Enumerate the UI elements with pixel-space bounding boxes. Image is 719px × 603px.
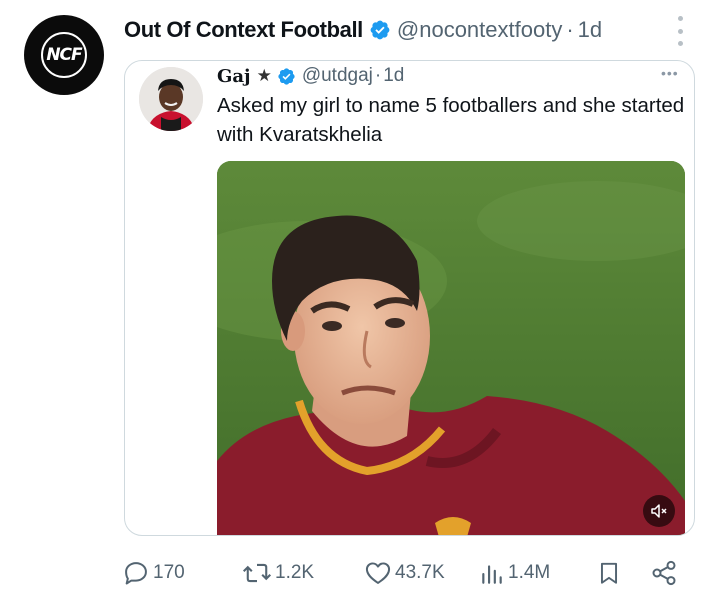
quote-header: Gaj ★ @utdgaj · 1d [217,63,404,89]
star-icon: ★ [256,66,272,85]
like-icon [365,562,391,584]
quote-media-video[interactable] [217,161,685,535]
like-button[interactable]: 43.7K [364,556,445,590]
person-avatar-image [139,67,203,131]
quoted-tweet[interactable]: Gaj ★ @utdgaj · 1d ••• Asked my girl to … [124,60,695,536]
author-name[interactable]: Out Of Context Football [124,17,363,43]
football-player-image [217,161,685,535]
verified-badge-icon [370,20,390,40]
volume-mute-icon[interactable] [643,495,675,527]
retweet-count: 1.2K [275,562,315,583]
share-icon [652,560,676,586]
verified-badge-icon [278,67,295,85]
separator-dot: · [566,17,574,42]
vertical-more-icon[interactable] [672,16,688,46]
action-bar: 170 1.2K 43.7K 1.4M [122,556,692,590]
share-button[interactable] [650,556,678,590]
quote-author-avatar[interactable] [139,67,203,131]
retweet-icon [242,563,272,583]
tweet-header: Out Of Context Football @nocontextfooty … [124,14,602,46]
reply-button[interactable]: 170 [122,556,185,590]
quote-author-name[interactable]: Gaj [217,66,251,87]
ncf-logo: NCF [41,32,87,78]
bookmark-icon [600,562,618,584]
quote-time[interactable]: 1d [383,65,404,87]
author-avatar[interactable]: NCF [24,15,104,95]
quote-author-handle[interactable]: @utdgaj [302,65,373,87]
author-handle[interactable]: @nocontextfooty [397,17,562,43]
view-count: 1.4M [508,562,551,583]
quote-text: Asked my girl to name 5 footballers and … [217,94,685,146]
quote-more-icon[interactable]: ••• [661,65,679,81]
retweet-button[interactable]: 1.2K [242,556,314,590]
views-button[interactable]: 1.4M [479,556,550,590]
separator-dot: · [374,65,382,86]
reply-icon [125,562,147,585]
tweet-time[interactable]: 1d [578,17,602,43]
bookmark-button[interactable] [596,556,622,590]
reply-count: 170 [153,562,185,583]
views-icon [482,565,502,584]
like-count: 43.7K [395,562,445,583]
